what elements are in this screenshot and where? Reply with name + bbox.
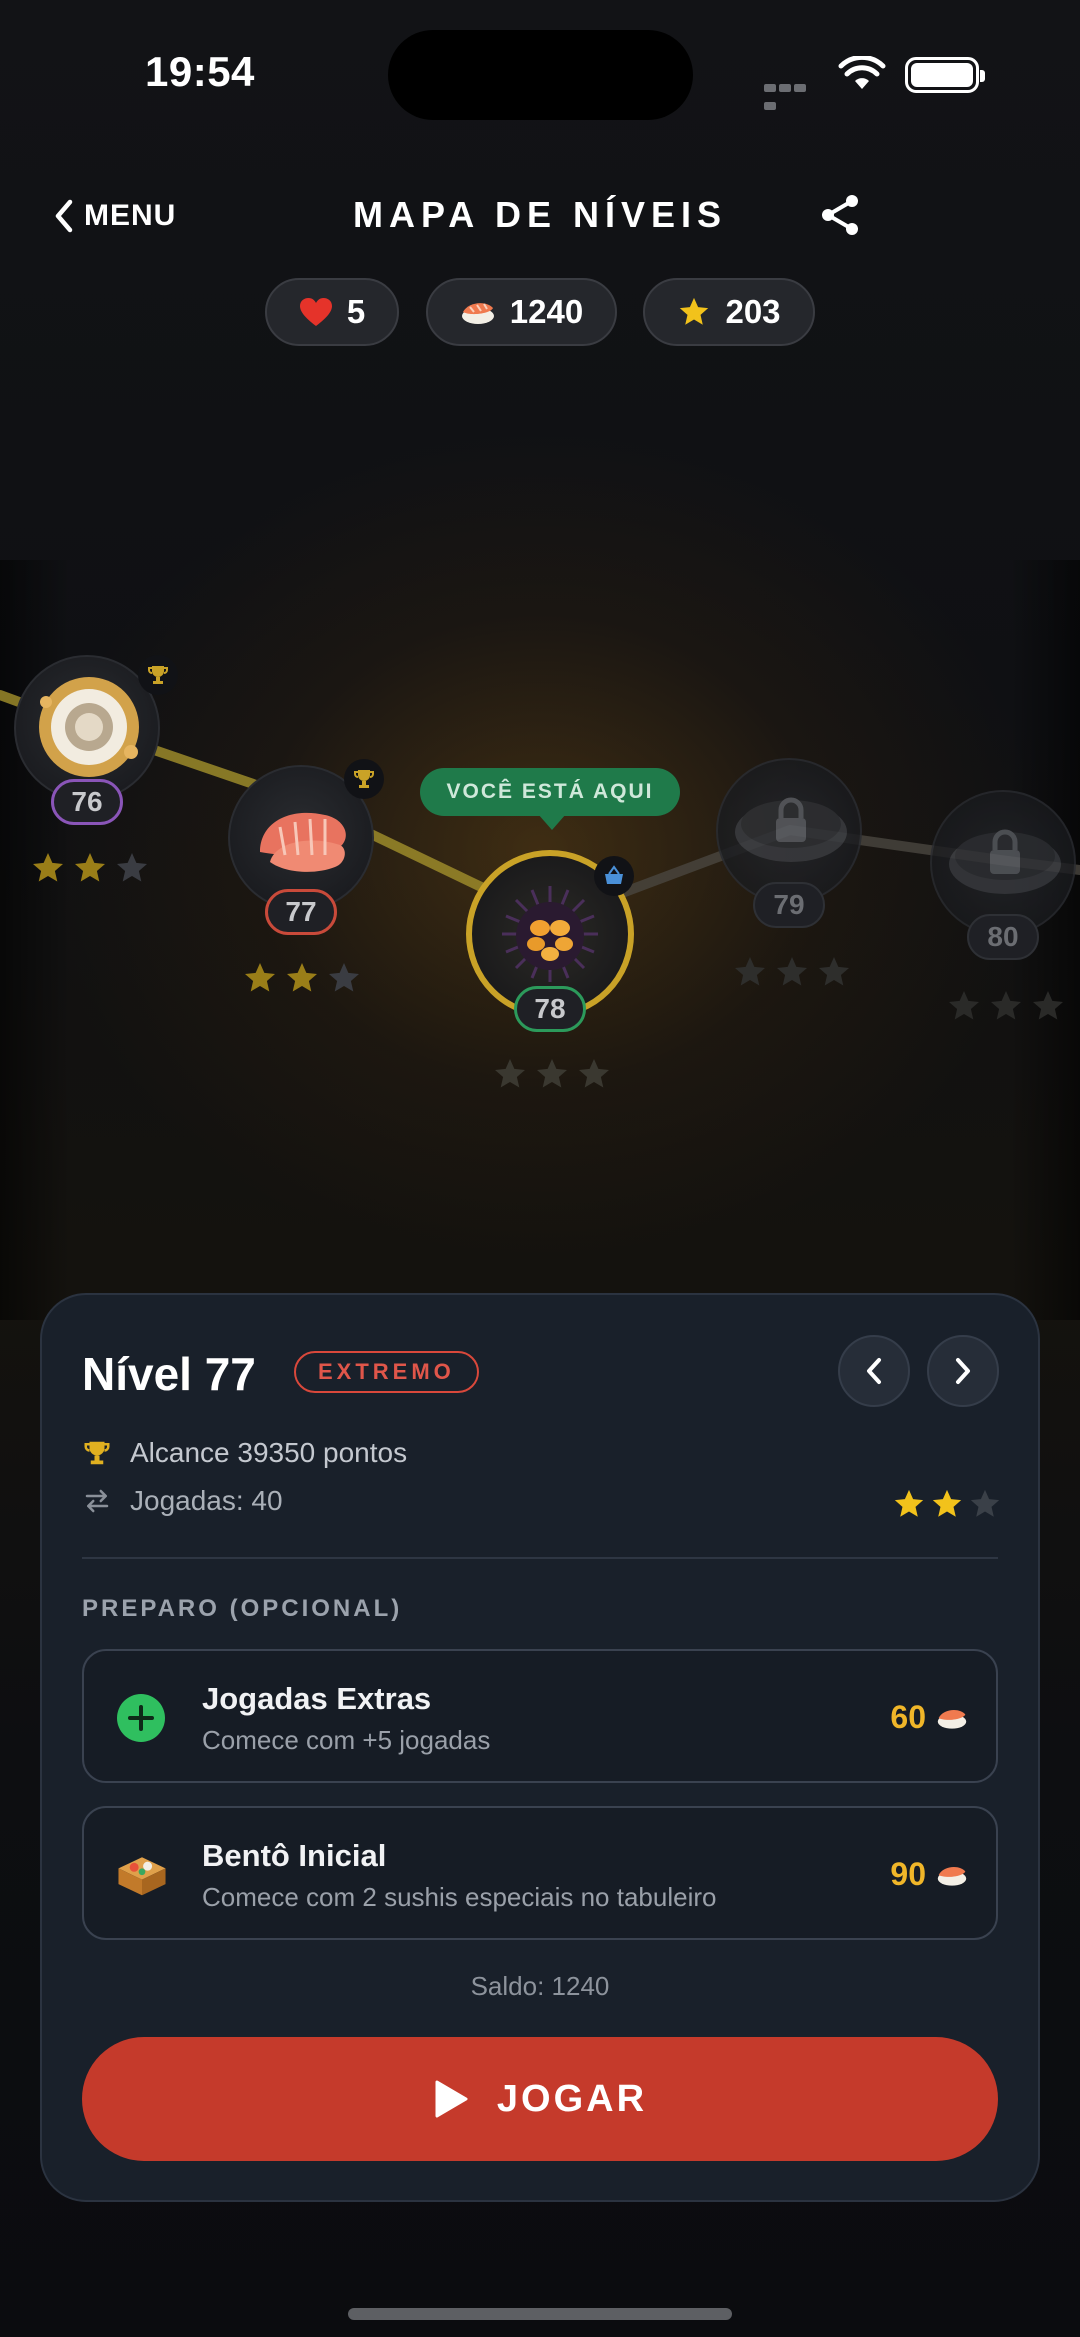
status-bar: 19:54 xyxy=(0,0,1080,150)
share-icon[interactable] xyxy=(818,192,862,238)
trophy-badge xyxy=(344,759,384,799)
stars-value: 203 xyxy=(725,293,781,330)
heart-icon xyxy=(299,298,332,326)
trophy-icon xyxy=(354,770,374,788)
star-icon xyxy=(245,963,275,992)
balance-text: Saldo: 1240 xyxy=(470,1971,610,2001)
status-time: 19:54 xyxy=(145,48,255,95)
play-button[interactable]: JOGAR xyxy=(82,2037,998,2161)
boost-description: Comece com 2 sushis especiais no tabulei… xyxy=(202,1882,717,1912)
star-empty-icon xyxy=(537,1059,567,1088)
level-map: 76 77 VOCÊ ESTÁ AQUI 78 79 80 xyxy=(0,600,1080,1120)
level-number-badge: 77 xyxy=(265,889,337,935)
basket-icon xyxy=(605,865,623,884)
page-title: MAPA DE NÍVEIS xyxy=(352,194,728,235)
sushi-coin-icon xyxy=(937,1709,967,1729)
dynamic-island xyxy=(388,30,693,120)
coins-counter[interactable]: 1240 xyxy=(426,278,617,346)
star-icon xyxy=(33,853,63,882)
next-level-button[interactable] xyxy=(927,1335,999,1407)
divider xyxy=(82,1557,998,1559)
previous-level-button[interactable] xyxy=(838,1335,910,1407)
preparation-section-label: PREPARO (OPCIONAL) xyxy=(82,1595,403,1622)
boost-name: Bentô Inicial xyxy=(202,1838,387,1873)
star-empty-icon xyxy=(949,991,979,1020)
star-icon xyxy=(680,297,709,325)
level-detail-panel: Nível 77 EXTREMO Alcance 39350 pontos Jo… xyxy=(40,1293,1040,2202)
star-icon xyxy=(932,1489,962,1517)
star-empty-icon xyxy=(495,1059,525,1088)
stars-counter[interactable]: 203 xyxy=(643,278,815,346)
star-icon xyxy=(287,963,317,992)
basket-badge xyxy=(594,856,634,896)
level-80-stars xyxy=(946,988,1066,1024)
star-empty-icon xyxy=(970,1489,1000,1517)
boost-description: Comece com +5 jogadas xyxy=(202,1725,491,1755)
header: MENU MAPA DE NÍVEIS xyxy=(0,180,1080,260)
level-78-stars xyxy=(492,1056,612,1092)
star-empty-icon xyxy=(329,963,359,992)
level-title: Nível 77 xyxy=(82,1348,256,1400)
chevron-left-icon xyxy=(867,1358,881,1384)
difficulty-badge: EXTREMO xyxy=(294,1351,479,1393)
sushi-coin-icon xyxy=(461,303,494,324)
boost-price: 60 xyxy=(890,1699,968,1736)
star-empty-icon xyxy=(579,1059,609,1088)
star-empty-icon xyxy=(777,957,807,986)
boost-starter-bento[interactable]: Bentô Inicial Comece com 2 sushis especi… xyxy=(82,1806,998,1940)
level-number-badge: 78 xyxy=(514,986,586,1032)
you-are-here-tag: VOCÊ ESTÁ AQUI xyxy=(420,768,680,830)
coins-value: 1240 xyxy=(509,293,584,330)
level-number-badge: 80 xyxy=(967,914,1039,960)
play-button-label: JOGAR xyxy=(496,2077,648,2120)
star-empty-icon xyxy=(735,957,765,986)
star-icon xyxy=(75,853,105,882)
level-number-badge: 79 xyxy=(753,882,825,928)
level-79-stars xyxy=(732,954,852,990)
lives-value: 5 xyxy=(346,293,366,330)
boost-price-value: 60 xyxy=(890,1699,926,1735)
sushi-coin-icon xyxy=(937,1866,967,1886)
bento-icon xyxy=(118,1857,166,1896)
plus-icon xyxy=(117,1694,165,1742)
star-empty-icon xyxy=(819,957,849,986)
level-stars-rating xyxy=(892,1487,1002,1521)
level-goal-text: Alcance 39350 pontos xyxy=(130,1437,408,1468)
star-empty-icon xyxy=(991,991,1021,1020)
swap-arrows-icon xyxy=(85,1489,109,1513)
lives-counter[interactable]: 5 xyxy=(265,278,399,346)
level-moves: Jogadas: 40 xyxy=(82,1485,283,1517)
trophy-badge xyxy=(138,655,178,695)
star-empty-icon xyxy=(1033,991,1063,1020)
level-77-stars xyxy=(242,960,362,996)
battery-icon xyxy=(905,57,985,93)
star-empty-icon xyxy=(117,853,147,882)
play-icon xyxy=(435,2080,468,2118)
boost-extra-moves[interactable]: Jogadas Extras Comece com +5 jogadas 60 xyxy=(82,1649,998,1783)
home-indicator xyxy=(348,2308,732,2320)
trophy-icon xyxy=(148,666,168,684)
boost-name: Jogadas Extras xyxy=(202,1681,432,1716)
level-moves-text: Jogadas: 40 xyxy=(130,1485,283,1516)
level-number-badge: 76 xyxy=(51,779,123,825)
star-icon xyxy=(894,1489,924,1517)
cellular-signal-icon xyxy=(764,79,822,110)
trophy-icon xyxy=(84,1441,110,1465)
wifi-icon xyxy=(838,56,886,89)
chevron-right-icon xyxy=(956,1358,970,1384)
level-76-stars xyxy=(30,850,150,886)
resource-bar: 5 1240 203 xyxy=(0,278,1080,348)
boost-price: 90 xyxy=(890,1856,968,1893)
boost-price-value: 90 xyxy=(890,1856,926,1892)
level-goal: Alcance 39350 pontos xyxy=(82,1437,407,1469)
